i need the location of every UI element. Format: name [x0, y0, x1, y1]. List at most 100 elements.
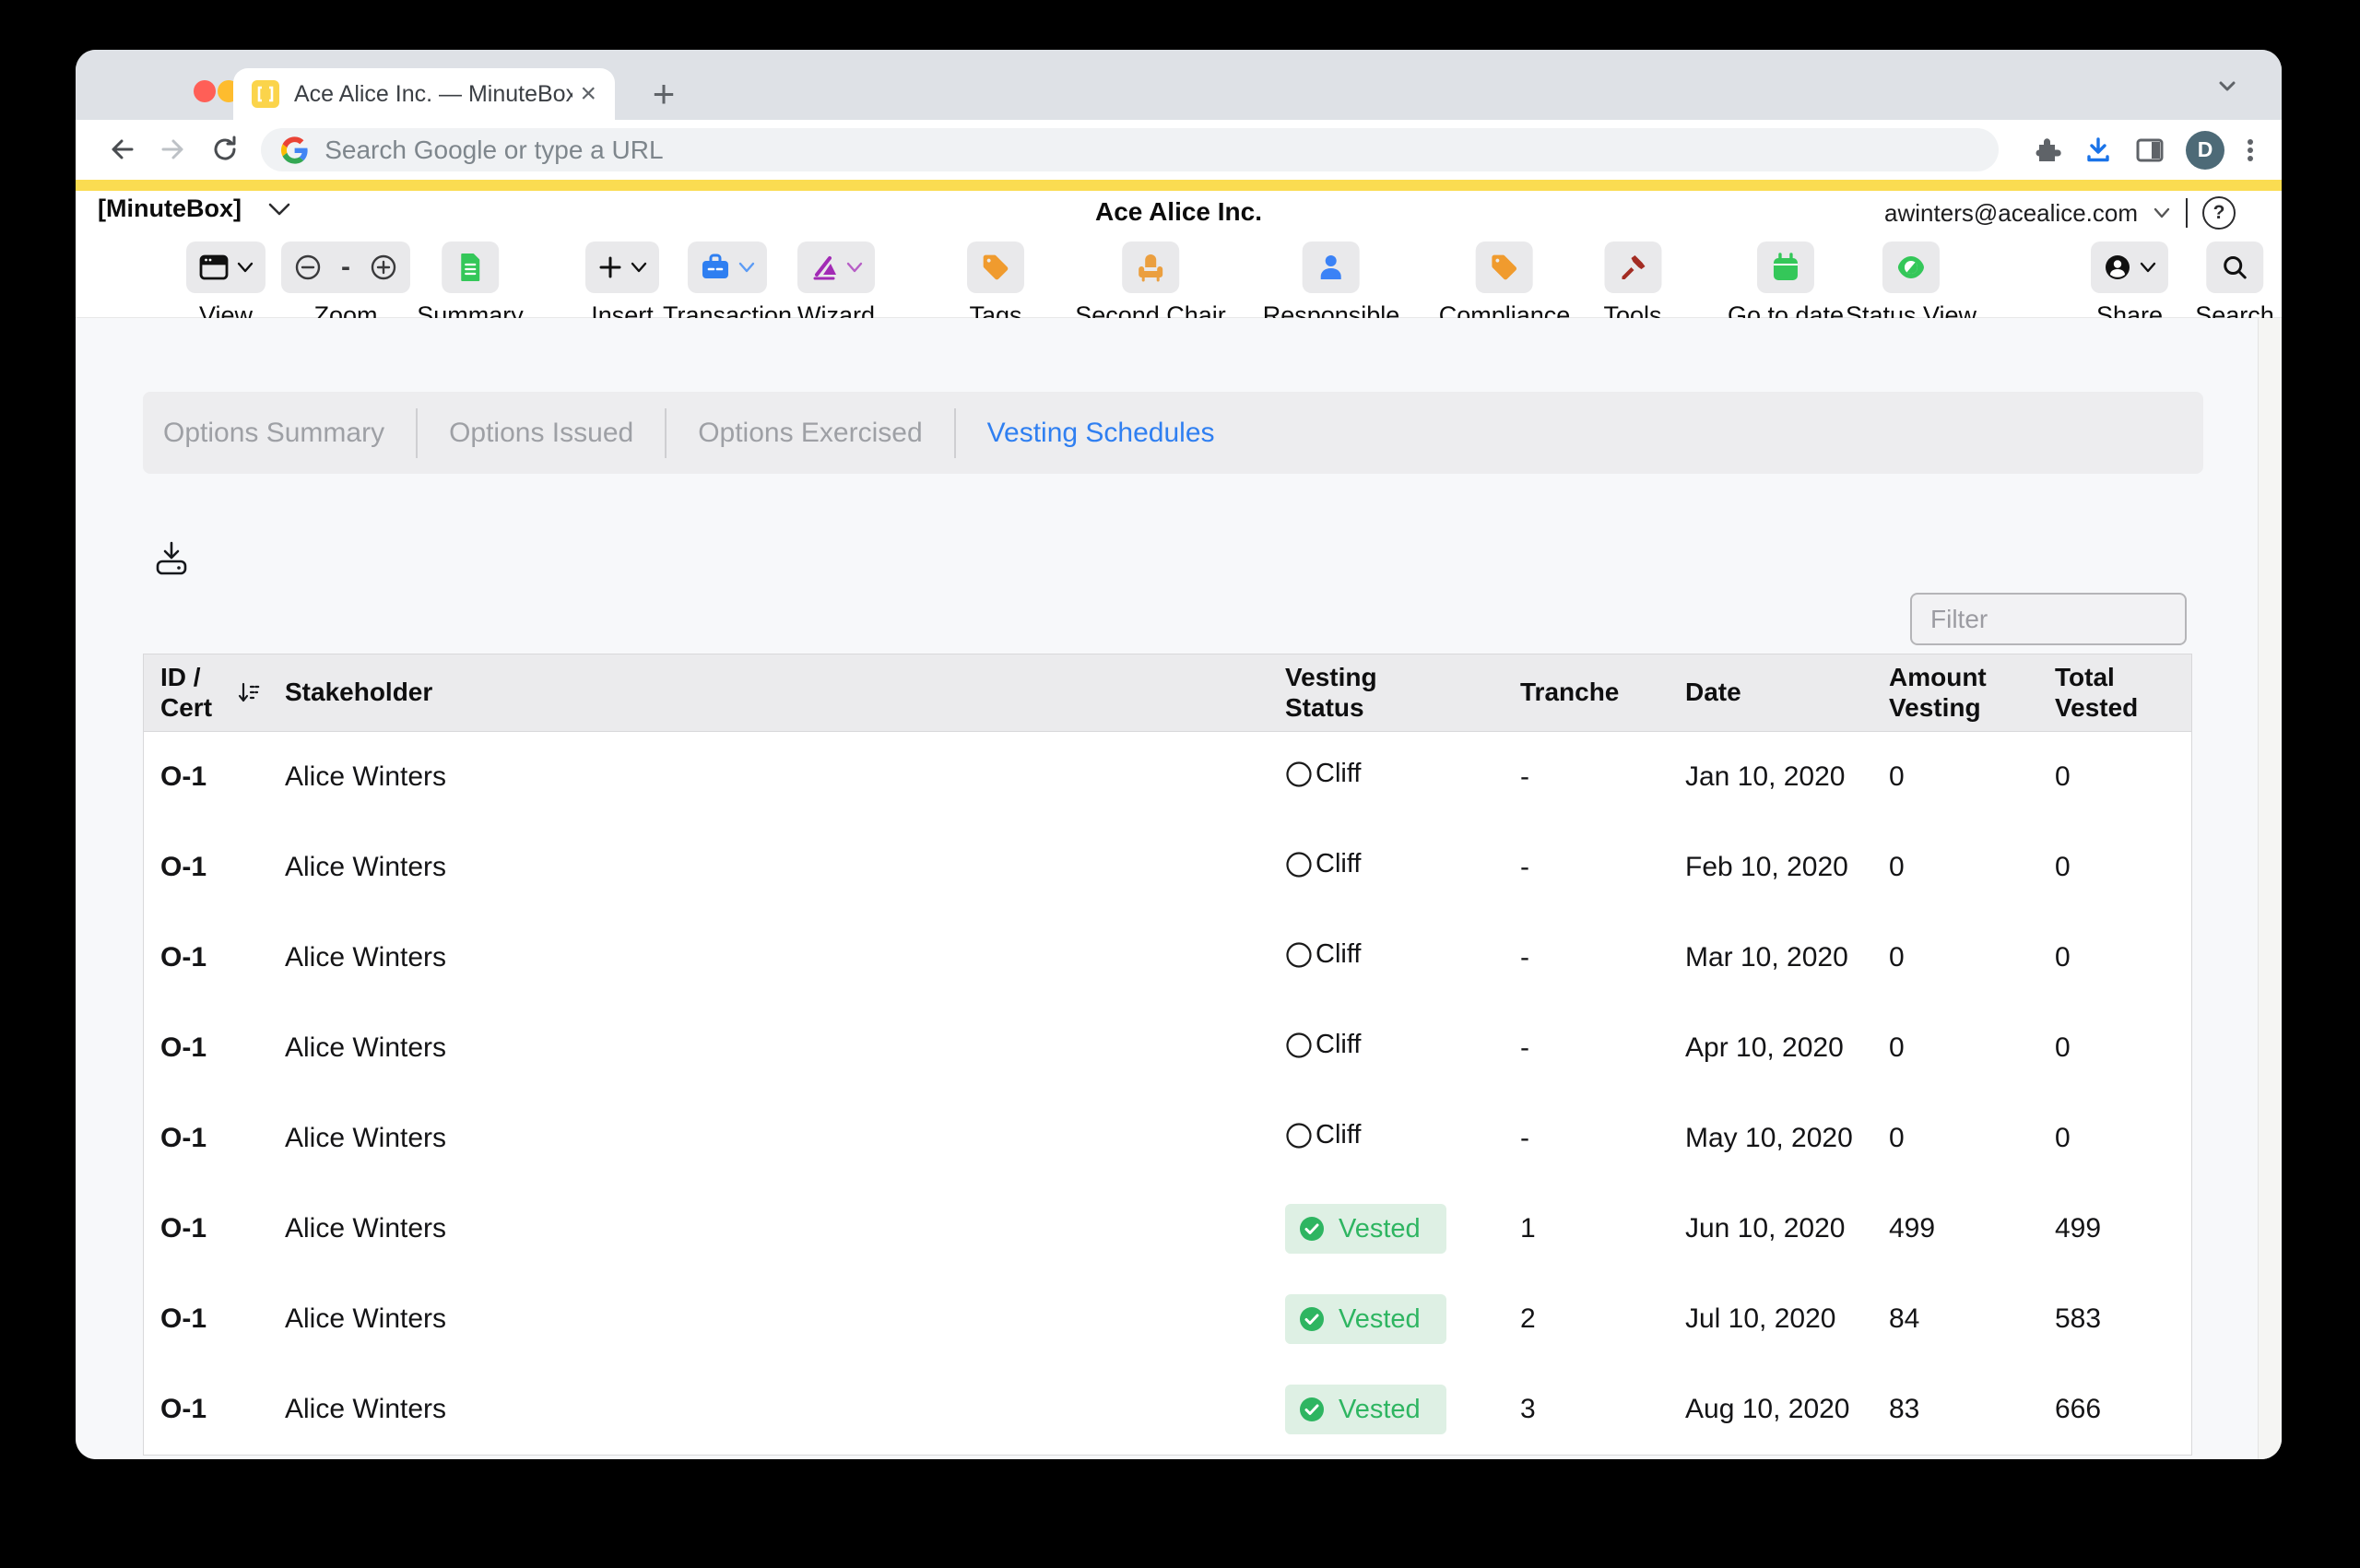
date-cell: Aug 10, 2020 [1669, 1394, 1872, 1425]
tab-search-chevron-icon[interactable] [2213, 72, 2241, 100]
user-menu[interactable]: awinters@acealice.com ? [1884, 191, 2236, 235]
table-row[interactable]: O-1 Alice Winters Cliff - Feb 10, 2020 0… [144, 822, 2191, 913]
col-amount-vesting[interactable]: Amount Vesting [1872, 663, 2038, 722]
tranche-cell: 2 [1504, 1303, 1669, 1335]
col-vesting-status[interactable]: Vesting Status [1268, 663, 1504, 722]
table-row[interactable]: O-1 Alice Winters Vested 2 Jul 10, 2020 … [144, 1274, 2191, 1364]
toolbar-insert[interactable]: Insert [585, 242, 659, 330]
zoom-out-icon[interactable] [293, 253, 323, 282]
scrollbar-track[interactable] [2259, 318, 2282, 1459]
back-icon[interactable] [105, 133, 138, 166]
forward-icon[interactable] [157, 133, 190, 166]
amount-vesting-cell: 499 [1872, 1213, 2038, 1244]
insert-button[interactable] [585, 242, 659, 293]
tranche-cell: 3 [1504, 1394, 1669, 1425]
toolbar-tags[interactable]: Tags [967, 242, 1024, 330]
table-row[interactable]: O-1 Alice Winters Cliff - Mar 10, 2020 0… [144, 913, 2191, 1003]
tools-button[interactable] [1604, 242, 1661, 293]
browser-tab[interactable]: Ace Alice Inc. — MinuteBox × [233, 68, 615, 120]
vesting-status-badge: Vested [1285, 1204, 1446, 1254]
vesting-status-badge: Cliff [1285, 759, 1361, 789]
vesting-status-badge: Cliff [1285, 939, 1361, 970]
wizard-button[interactable] [797, 242, 875, 293]
compliance-button[interactable] [1476, 242, 1533, 293]
reload-icon[interactable] [208, 133, 242, 166]
downloads-icon[interactable] [2083, 135, 2114, 166]
table-row[interactable]: O-1 Alice Winters Vested 1 Jun 10, 2020 … [144, 1184, 2191, 1274]
toolbar-transaction[interactable]: Transaction [663, 242, 792, 330]
view-button[interactable] [186, 242, 266, 293]
export-download-icon[interactable] [152, 539, 191, 578]
date-cell: May 10, 2020 [1669, 1123, 1872, 1154]
tab-vesting-schedules[interactable]: Vesting Schedules [956, 392, 1246, 474]
stakeholder-cell: Alice Winters [268, 942, 1268, 973]
new-tab-button[interactable]: + [643, 74, 684, 114]
chevron-down-icon [846, 262, 863, 273]
extensions-puzzle-icon[interactable] [2031, 135, 2062, 166]
toolbar-zoom[interactable]: - Zoom [281, 242, 410, 330]
summary-button[interactable] [442, 242, 499, 293]
toolbar-share[interactable]: Share [2091, 242, 2168, 330]
close-window-button[interactable] [194, 80, 216, 102]
bracket-icon [256, 85, 275, 103]
toolbar-second-chair[interactable]: Second Chair [1075, 242, 1226, 330]
document-icon [458, 253, 482, 282]
toolbar-go-to-date[interactable]: Go to date [1728, 242, 1844, 330]
tab-options-issued[interactable]: Options Issued [418, 392, 665, 474]
tab-options-summary[interactable]: Options Summary [143, 392, 416, 474]
help-button[interactable]: ? [2202, 196, 2236, 230]
tranche-cell: 1 [1504, 1213, 1669, 1244]
zoom-button-group[interactable]: - [281, 242, 410, 293]
toolbar-compliance[interactable]: Compliance [1439, 242, 1571, 330]
toolbar-view[interactable]: View [186, 242, 266, 330]
window-icon [198, 253, 230, 282]
omnibox[interactable] [261, 128, 1999, 171]
toolbar-wizard[interactable]: Wizard [797, 242, 875, 330]
table-row[interactable]: O-1 Alice Winters Cliff - Jan 10, 2020 0… [144, 732, 2191, 822]
user-email: awinters@acealice.com [1884, 199, 2138, 228]
omnibox-input[interactable] [324, 136, 1978, 165]
stakeholder-cell: Alice Winters [268, 1213, 1268, 1244]
toolbar-search[interactable]: Search [2195, 242, 2274, 330]
vesting-status-text: Cliff [1316, 1120, 1361, 1150]
filter-field[interactable] [1910, 593, 2187, 645]
col-total-vested[interactable]: Total Vested [2038, 663, 2193, 722]
col-date[interactable]: Date [1669, 678, 1872, 707]
second-chair-button[interactable] [1122, 242, 1179, 293]
table-row[interactable]: O-1 Alice Winters Vested 3 Aug 10, 2020 … [144, 1364, 2191, 1455]
help-glyph: ? [2213, 202, 2225, 224]
col-id-cert[interactable]: ID / Cert [160, 663, 212, 722]
table-row[interactable]: O-1 Alice Winters Cliff - Apr 10, 2020 0… [144, 1003, 2191, 1093]
zoom-in-icon[interactable] [369, 253, 398, 282]
vesting-status-text: Cliff [1316, 1030, 1361, 1060]
sort-descending-icon[interactable] [236, 679, 264, 707]
section-tab-bar: Options Summary Options Issued Options E… [143, 392, 2203, 474]
share-button[interactable] [2091, 242, 2168, 293]
stakeholder-cell: Alice Winters [268, 852, 1268, 883]
col-stakeholder[interactable]: Stakeholder [268, 678, 1268, 707]
id-cert-cell: O-1 [144, 1032, 268, 1064]
toolbar-tools[interactable]: Tools [1603, 242, 1661, 330]
toolbar-summary[interactable]: Summary [417, 242, 524, 330]
check-circle-icon [1298, 1305, 1326, 1333]
go-to-date-button[interactable] [1757, 242, 1814, 293]
browser-menu-icon[interactable] [2245, 135, 2256, 166]
filter-input[interactable] [1912, 605, 2185, 634]
tags-button[interactable] [967, 242, 1024, 293]
vesting-status-text: Vested [1339, 1214, 1421, 1244]
status-view-button[interactable] [1882, 242, 1940, 293]
tab-options-exercised[interactable]: Options Exercised [667, 392, 953, 474]
tab-close-icon[interactable]: × [580, 80, 596, 108]
table-row[interactable]: O-1 Alice Winters Cliff - May 10, 2020 0… [144, 1093, 2191, 1184]
search-icon [2221, 253, 2248, 281]
side-panel-icon[interactable] [2134, 135, 2165, 166]
profile-avatar[interactable]: D [2186, 131, 2224, 170]
person-circle-icon [2103, 253, 2132, 282]
responsible-button[interactable] [1303, 242, 1360, 293]
col-tranche[interactable]: Tranche [1504, 678, 1669, 707]
vesting-status-text: Vested [1339, 1304, 1421, 1335]
toolbar-responsible[interactable]: Responsible [1263, 242, 1400, 330]
transaction-button[interactable] [688, 242, 767, 293]
search-button[interactable] [2206, 242, 2263, 293]
toolbar-status-view[interactable]: Status View [1846, 242, 1976, 330]
